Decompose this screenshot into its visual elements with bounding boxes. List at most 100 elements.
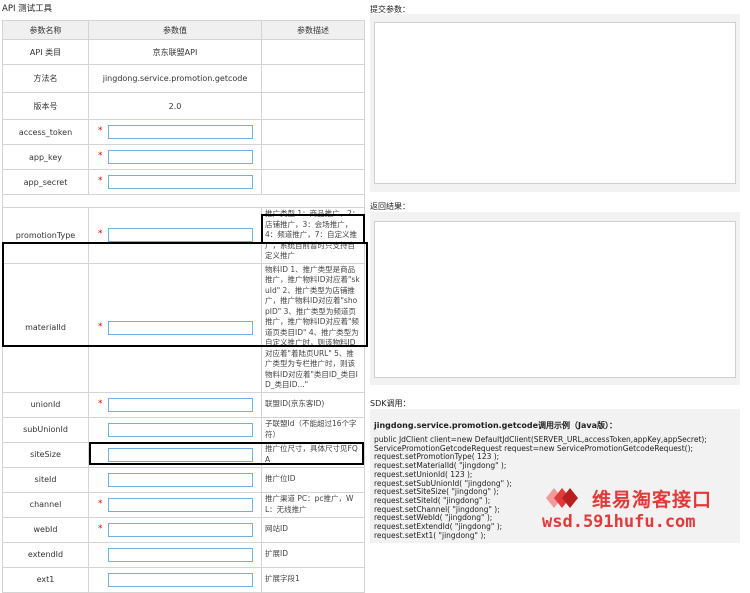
materialid-input[interactable] xyxy=(108,320,253,335)
param-name: materialId xyxy=(2,262,89,393)
param-desc xyxy=(261,169,365,195)
info-value: 2.0 xyxy=(88,92,262,120)
param-name: siteSize xyxy=(2,441,89,468)
promotiontype-input[interactable] xyxy=(108,228,253,243)
info-desc xyxy=(261,92,365,120)
ext1-value-cell xyxy=(88,566,262,593)
promotiontype-value-cell: * xyxy=(88,207,262,264)
param-desc: 子联盟Id（不能超过16个字符） xyxy=(261,416,365,443)
param-row: siteId 推广位ID xyxy=(2,466,365,493)
section-gap xyxy=(2,194,365,208)
param-desc: 推广位尺寸，具体尺寸见FQA xyxy=(261,441,365,468)
info-desc xyxy=(261,64,365,93)
sdk-example-title: jingdong.service.promotion.getcode调用示例（J… xyxy=(374,421,618,430)
webid-input[interactable] xyxy=(108,522,253,537)
table-header-row: 参数名称 参数值 参数描述 xyxy=(2,20,365,40)
required-marker: * xyxy=(98,498,103,509)
page-title: API 测试工具 xyxy=(2,4,53,14)
channel-value-cell: * xyxy=(88,491,262,518)
watermark: 维易淘客接口 wsd.591hufu.com xyxy=(540,483,730,535)
param-name: channel xyxy=(2,491,89,518)
required-marker: * xyxy=(98,398,103,409)
watermark-logo-icon xyxy=(546,488,578,508)
param-row: webId * 网站ID xyxy=(2,516,365,543)
param-desc: 扩展ID xyxy=(261,541,365,568)
param-name: app_secret xyxy=(2,169,89,195)
required-marker: * xyxy=(98,175,103,186)
subunionid-input[interactable] xyxy=(108,422,253,437)
app-key-value-cell: * xyxy=(88,144,262,170)
param-name: promotionType xyxy=(2,207,89,264)
info-row: 版本号 2.0 xyxy=(2,92,365,120)
auth-row: app_secret * xyxy=(2,169,365,195)
required-marker: * xyxy=(98,321,103,332)
param-desc: 物料ID 1、推广类型是商品推广，推广物料ID对应着"skuId" 2、推广类型… xyxy=(261,262,365,393)
parameter-table: 参数名称 参数值 参数描述 API 类目 京东联盟API 方法名 jingdong.s… xyxy=(2,20,365,593)
unionid-value-cell: * xyxy=(88,391,262,418)
materialid-value-cell: * xyxy=(88,262,262,393)
submit-params-textarea[interactable] xyxy=(374,22,736,184)
app-key-input[interactable] xyxy=(108,150,253,164)
sitesize-value-cell xyxy=(88,441,262,468)
sitesize-input[interactable] xyxy=(108,447,253,462)
result-label: 返回结果： xyxy=(370,202,410,211)
info-row: API 类目 京东联盟API xyxy=(2,39,365,65)
access-token-value-cell: * xyxy=(88,119,262,145)
webid-value-cell: * xyxy=(88,516,262,543)
info-value: 京东联盟API xyxy=(88,39,262,65)
app-secret-value-cell: * xyxy=(88,169,262,195)
param-desc xyxy=(261,119,365,145)
param-desc xyxy=(261,144,365,170)
extendid-value-cell xyxy=(88,541,262,568)
channel-input[interactable] xyxy=(108,497,253,512)
siteid-input[interactable] xyxy=(108,472,253,487)
ext1-input[interactable] xyxy=(108,572,253,587)
param-name: app_key xyxy=(2,144,89,170)
param-row: extendId 扩展ID xyxy=(2,541,365,568)
result-textarea[interactable] xyxy=(374,221,736,378)
param-name: ext1 xyxy=(2,566,89,593)
extendid-input[interactable] xyxy=(108,547,253,562)
unionid-input[interactable] xyxy=(108,397,253,412)
auth-row: app_key * xyxy=(2,144,365,170)
param-desc: 扩展字段1 xyxy=(261,566,365,593)
header-param-desc: 参数描述 xyxy=(261,20,365,40)
info-desc xyxy=(261,39,365,65)
param-row: promotionType * 推广类型 1：商品推广，2：店铺推广，3：会场推广，… xyxy=(2,207,365,264)
app-secret-input[interactable] xyxy=(108,175,253,189)
param-name: access_token xyxy=(2,119,89,145)
param-desc: 推广位ID xyxy=(261,466,365,493)
sdk-label: SDK调用： xyxy=(370,399,411,408)
param-desc: 推广渠道 PC：pc推广，WL：无线推广 xyxy=(261,491,365,518)
required-marker: * xyxy=(98,150,103,161)
info-name: 版本号 xyxy=(2,92,89,120)
section-gap-cell xyxy=(2,194,365,208)
result-panel xyxy=(370,212,740,385)
param-name: extendId xyxy=(2,541,89,568)
watermark-name: 维易淘客接口 xyxy=(592,489,713,511)
watermark-url: wsd.591hufu.com xyxy=(542,512,696,532)
required-marker: * xyxy=(98,523,103,534)
header-param-value: 参数值 xyxy=(88,20,262,40)
param-desc: 联盟ID(京东客ID) xyxy=(261,391,365,418)
param-name: subUnionId xyxy=(2,416,89,443)
info-row: 方法名 jingdong.service.promotion.getcode xyxy=(2,64,365,93)
param-row: siteSize 推广位尺寸，具体尺寸见FQA xyxy=(2,441,365,468)
required-marker: * xyxy=(98,125,103,136)
header-param-name: 参数名称 xyxy=(2,20,89,40)
param-row: unionId * 联盟ID(京东客ID) xyxy=(2,391,365,418)
submit-params-panel xyxy=(370,14,740,192)
param-row: ext1 扩展字段1 xyxy=(2,566,365,593)
required-marker: * xyxy=(98,229,103,240)
param-row: materialId * 物料ID 1、推广类型是商品推广，推广物料ID对应着"sk… xyxy=(2,262,365,393)
param-row: subUnionId 子联盟Id（不能超过16个字符） xyxy=(2,416,365,443)
param-name: siteId xyxy=(2,466,89,493)
param-name: unionId xyxy=(2,391,89,418)
info-value: jingdong.service.promotion.getcode xyxy=(88,64,262,93)
info-name: API 类目 xyxy=(2,39,89,65)
access-token-input[interactable] xyxy=(108,125,253,139)
param-desc: 网站ID xyxy=(261,516,365,543)
siteid-value-cell xyxy=(88,466,262,493)
info-name: 方法名 xyxy=(2,64,89,93)
param-row: channel * 推广渠道 PC：pc推广，WL：无线推广 xyxy=(2,491,365,518)
